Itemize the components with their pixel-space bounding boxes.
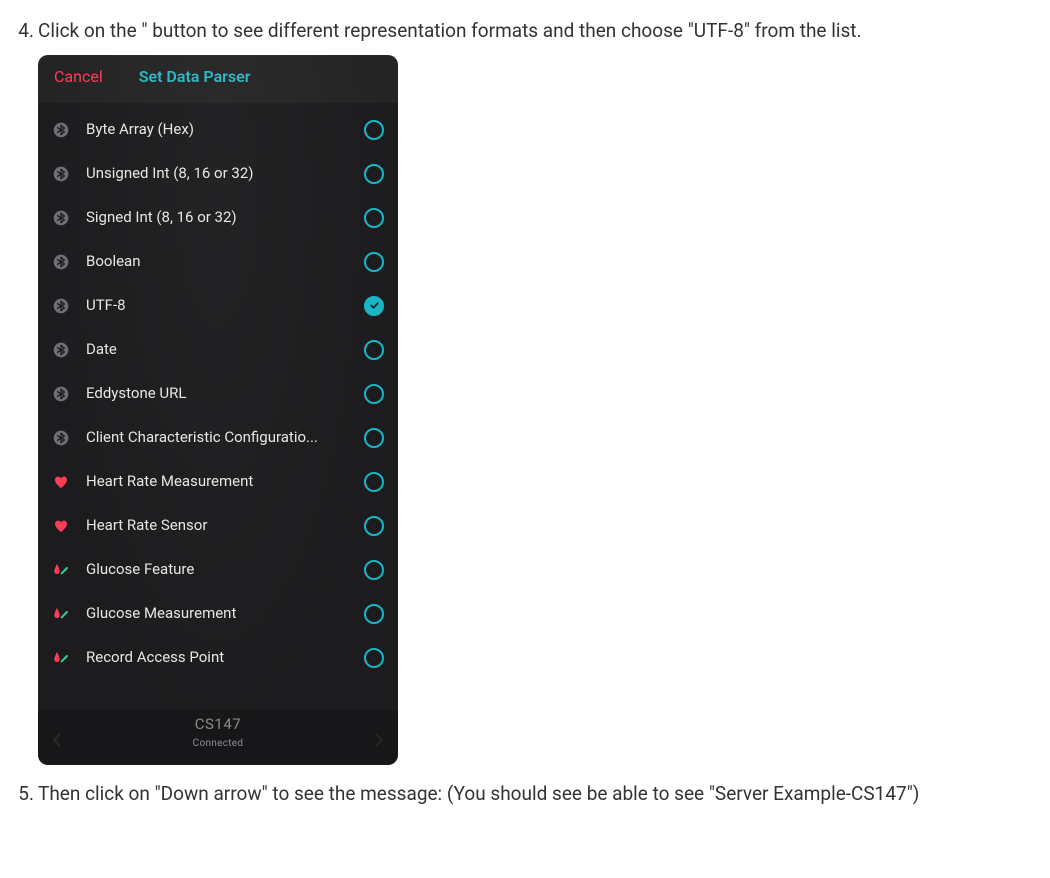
bluetooth-icon bbox=[53, 210, 69, 226]
row-label: Boolean bbox=[86, 251, 364, 272]
parser-option[interactable]: Byte Array (Hex) bbox=[38, 108, 398, 152]
row-icon bbox=[52, 649, 70, 667]
radio-unselected[interactable] bbox=[364, 604, 384, 624]
row-icon bbox=[52, 121, 70, 139]
row-label: Heart Rate Measurement bbox=[86, 471, 364, 492]
radio-unselected[interactable] bbox=[364, 164, 384, 184]
radio-unselected[interactable] bbox=[364, 384, 384, 404]
row-icon bbox=[52, 253, 70, 271]
row-label: Eddystone URL bbox=[86, 383, 364, 404]
row-label: Unsigned Int (8, 16 or 32) bbox=[86, 163, 364, 184]
row-icon bbox=[52, 561, 70, 579]
parser-option[interactable]: Date bbox=[38, 328, 398, 372]
drop-icon bbox=[53, 562, 69, 578]
step-5: 5. Then click on "Down arrow" to see the… bbox=[8, 781, 1042, 808]
parser-option[interactable]: Eddystone URL bbox=[38, 372, 398, 416]
parser-option[interactable]: Signed Int (8, 16 or 32) bbox=[38, 196, 398, 240]
step-5-text: Then click on "Down arrow" to see the me… bbox=[38, 781, 1042, 808]
heart-icon bbox=[53, 518, 69, 534]
row-label: Date bbox=[86, 339, 364, 360]
radio-unselected[interactable] bbox=[364, 516, 384, 536]
radio-unselected[interactable] bbox=[364, 208, 384, 228]
footer-status: Connected bbox=[38, 737, 398, 751]
row-label: Heart Rate Sensor bbox=[86, 515, 364, 536]
parser-option[interactable]: Heart Rate Sensor bbox=[38, 504, 398, 548]
row-icon bbox=[52, 429, 70, 447]
parser-option[interactable]: UTF-8 bbox=[38, 284, 398, 328]
modal-title: Set Data Parser bbox=[139, 66, 251, 88]
step-4-text: Click on the " button to see different r… bbox=[38, 18, 1042, 45]
parser-option[interactable]: Unsigned Int (8, 16 or 32) bbox=[38, 152, 398, 196]
radio-unselected[interactable] bbox=[364, 472, 384, 492]
parser-option[interactable]: Heart Rate Measurement bbox=[38, 460, 398, 504]
row-icon bbox=[52, 385, 70, 403]
chevron-left-icon bbox=[50, 733, 64, 747]
phone-screenshot: Cancel Set Data Parser Byte Array (Hex) U… bbox=[38, 55, 398, 765]
screenshot-wrap: Cancel Set Data Parser Byte Array (Hex) U… bbox=[38, 55, 1042, 765]
bluetooth-icon bbox=[53, 430, 69, 446]
row-label: Byte Array (Hex) bbox=[86, 119, 364, 140]
bluetooth-icon bbox=[53, 298, 69, 314]
drop-icon bbox=[53, 606, 69, 622]
parser-option[interactable]: Record Access Point bbox=[38, 636, 398, 680]
row-icon bbox=[52, 165, 70, 183]
cancel-button[interactable]: Cancel bbox=[54, 66, 103, 88]
row-label: UTF-8 bbox=[86, 295, 364, 316]
heart-icon bbox=[53, 474, 69, 490]
parser-list[interactable]: Byte Array (Hex) Unsigned Int (8, 16 or 3… bbox=[38, 102, 398, 710]
radio-unselected[interactable] bbox=[364, 428, 384, 448]
row-label: Glucose Feature bbox=[86, 559, 364, 580]
step-4: 4. Click on the " button to see differen… bbox=[8, 18, 1042, 45]
row-icon bbox=[52, 297, 70, 315]
check-icon bbox=[369, 300, 380, 311]
bluetooth-icon bbox=[53, 122, 69, 138]
radio-selected[interactable] bbox=[364, 296, 384, 316]
bluetooth-icon bbox=[53, 166, 69, 182]
row-label: Glucose Measurement bbox=[86, 603, 364, 624]
parser-option[interactable]: Client Characteristic Configuratio... bbox=[38, 416, 398, 460]
row-icon bbox=[52, 517, 70, 535]
chevron-right-icon bbox=[372, 733, 386, 747]
step-4-number: 4. bbox=[8, 18, 38, 45]
radio-unselected[interactable] bbox=[364, 648, 384, 668]
phone-footer: CS147 Connected bbox=[38, 710, 398, 765]
radio-unselected[interactable] bbox=[364, 340, 384, 360]
row-icon bbox=[52, 605, 70, 623]
row-icon bbox=[52, 473, 70, 491]
radio-unselected[interactable] bbox=[364, 120, 384, 140]
drop-icon bbox=[53, 650, 69, 666]
bluetooth-icon bbox=[53, 254, 69, 270]
row-label: Record Access Point bbox=[86, 647, 364, 668]
row-label: Client Characteristic Configuratio... bbox=[86, 427, 364, 448]
bluetooth-icon bbox=[53, 386, 69, 402]
radio-unselected[interactable] bbox=[364, 252, 384, 272]
parser-option[interactable]: Glucose Measurement bbox=[38, 592, 398, 636]
row-label: Signed Int (8, 16 or 32) bbox=[86, 207, 364, 228]
step-5-number: 5. bbox=[8, 781, 38, 808]
radio-unselected[interactable] bbox=[364, 560, 384, 580]
parser-option[interactable]: Boolean bbox=[38, 240, 398, 284]
row-icon bbox=[52, 209, 70, 227]
bluetooth-icon bbox=[53, 342, 69, 358]
row-icon bbox=[52, 341, 70, 359]
modal-header: Cancel Set Data Parser bbox=[38, 55, 398, 102]
parser-option[interactable]: Glucose Feature bbox=[38, 548, 398, 592]
page: 4. Click on the " button to see differen… bbox=[0, 0, 1050, 843]
footer-device-name: CS147 bbox=[38, 714, 398, 735]
